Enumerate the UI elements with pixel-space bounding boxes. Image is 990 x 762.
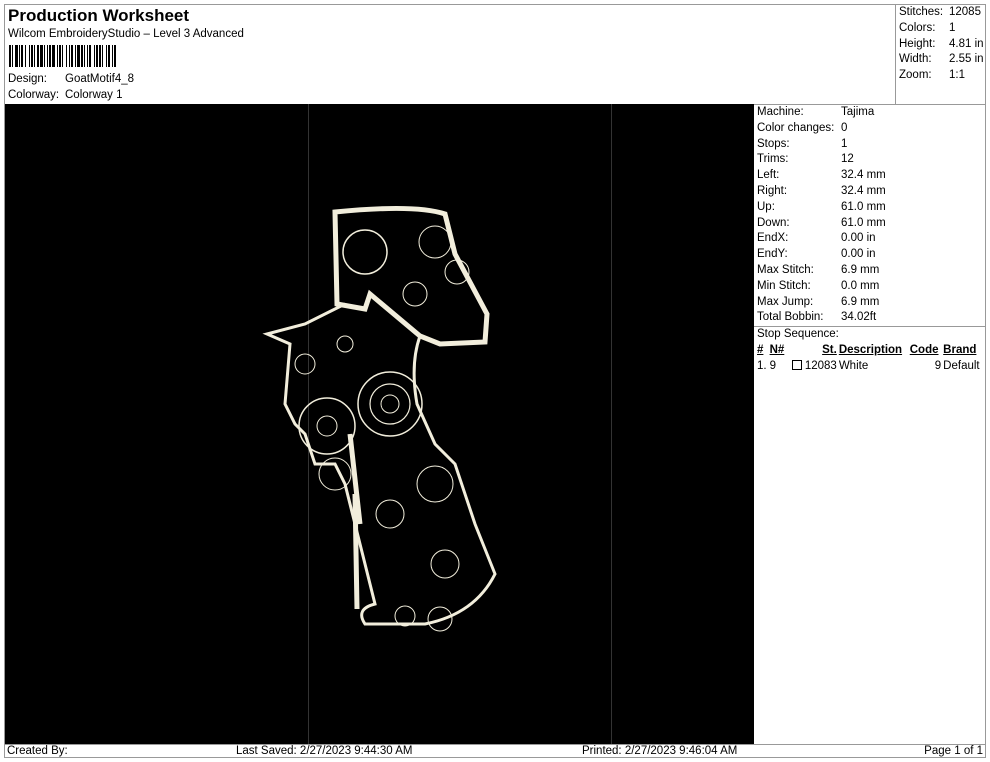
value: 32.4 mm — [841, 184, 886, 197]
value: Tajima — [841, 106, 875, 118]
value: 0.00 in — [841, 248, 876, 261]
col-header: # — [757, 343, 764, 356]
label: Height: — [899, 37, 936, 50]
label: Left: — [757, 169, 780, 182]
barcode — [9, 45, 182, 67]
value: 61.0 mm — [841, 200, 886, 213]
software-name: Wilcom EmbroideryStudio – Level 3 Advanc… — [8, 28, 244, 40]
summary-row: Height: 4.81 in — [899, 37, 986, 53]
stop-sequence-label: Stop Sequence: — [757, 328, 839, 341]
label: Width: — [899, 53, 932, 66]
detail-row: Total Bobbin: 34.02ft — [757, 310, 986, 326]
summary-box: Stitches: 12085 Colors: 1 Height: 4.81 in W… — [895, 4, 986, 104]
label: Zoom: — [899, 69, 932, 82]
machine-details-panel: Machine: Tajima Color changes: 0 Stops: 1 Trim… — [754, 104, 986, 744]
table-row: 1. 9 12083 White 9 Default — [757, 359, 985, 375]
detail-row: Max Stitch: 6.9 mm — [757, 263, 986, 279]
summary-row: Width: 2.55 in — [899, 52, 986, 68]
last-saved: Last Saved: 2/27/2023 9:44:30 AM — [236, 745, 413, 757]
value: 1:1 — [949, 69, 965, 82]
value: 32.4 mm — [841, 169, 886, 182]
label: EndY: — [757, 248, 788, 261]
value: 4.81 in — [949, 37, 984, 50]
label: Max Jump: — [757, 295, 814, 308]
page-number: Page 1 of 1 — [924, 745, 983, 757]
details-list: Machine: Tajima Color changes: 0 Stops: 1 Trim… — [757, 105, 986, 326]
label: Machine: — [757, 106, 804, 118]
col-header: N# — [769, 343, 785, 356]
label: Total Bobbin: — [757, 311, 824, 324]
design-row: Design: GoatMotif4_8 — [8, 73, 134, 85]
colorway-row: Colorway: Colorway 1 — [8, 89, 123, 101]
summary-row: Stitches: 12085 — [899, 5, 986, 21]
detail-row: Min Stitch: 0.0 mm — [757, 279, 986, 295]
colorway-value: Colorway 1 — [65, 89, 123, 101]
design-label: Design: — [8, 73, 47, 85]
value: 2.55 in — [949, 53, 984, 66]
value: 0.00 in — [841, 232, 876, 245]
label: Max Stitch: — [757, 263, 814, 276]
label: Trims: — [757, 153, 789, 166]
value: 6.9 mm — [841, 295, 880, 308]
printed-date: Printed: 2/27/2023 9:46:04 AM — [582, 745, 738, 757]
detail-row: Stops: 1 — [757, 137, 986, 153]
thread-brand: Default — [943, 359, 980, 372]
stop-sequence: Stop Sequence: # N# St. Description Code… — [754, 326, 986, 374]
footer: Created By: Last Saved: 2/27/2023 9:44:3… — [4, 744, 986, 758]
color-swatch — [791, 359, 802, 370]
label: EndX: — [757, 232, 789, 245]
col-header: Brand — [943, 343, 977, 356]
label: Color changes: — [757, 121, 835, 134]
stop-sequence-table: # N# St. Description Code Brand 1. 9 120… — [757, 343, 985, 375]
value: 61.0 mm — [841, 216, 886, 229]
value: 12085 — [949, 6, 981, 18]
thread-description: White — [838, 359, 869, 372]
detail-row: Right: 32.4 mm — [757, 184, 986, 200]
col-header: Code — [909, 343, 939, 356]
label: Up: — [757, 200, 775, 213]
page-title: Production Worksheet — [8, 6, 190, 25]
design-preview — [5, 104, 754, 744]
detail-row: Left: 32.4 mm — [757, 168, 986, 184]
summary-row: Colors: 1 — [899, 21, 986, 37]
summary-row: Zoom: 1:1 — [899, 68, 986, 84]
needle-number: 9 — [769, 359, 776, 372]
row-number: 1. — [757, 359, 767, 372]
detail-row: EndY: 0.00 in — [757, 247, 986, 263]
label: Min Stitch: — [757, 279, 811, 292]
colorway-label: Colorway: — [8, 89, 60, 101]
detail-row: Up: 61.0 mm — [757, 200, 986, 216]
barcode-bar — [116, 45, 117, 67]
col-header: St. — [822, 343, 837, 356]
detail-row: Down: 61.0 mm — [757, 216, 986, 232]
label: Stops: — [757, 137, 790, 150]
goat-embroidery-image — [262, 205, 497, 632]
label: Right: — [757, 184, 788, 197]
detail-row: Color changes: 0 — [757, 121, 986, 137]
value: 6.9 mm — [841, 263, 880, 276]
value: 0 — [841, 121, 848, 134]
value: 0.0 mm — [841, 279, 880, 292]
detail-row: Trims: 12 — [757, 152, 986, 168]
stitch-count: 12083 — [804, 359, 837, 372]
created-by: Created By: — [7, 745, 68, 757]
detail-row: EndX: 0.00 in — [757, 231, 986, 247]
label: Stitches: — [899, 6, 944, 18]
detail-row: Machine: Tajima — [757, 105, 986, 121]
thread-code: 9 — [934, 359, 942, 372]
label: Colors: — [899, 21, 936, 34]
label: Down: — [757, 216, 790, 229]
design-value: GoatMotif4_8 — [65, 73, 135, 85]
value: 1 — [949, 21, 956, 34]
detail-row: Max Jump: 6.9 mm — [757, 295, 986, 311]
value: 1 — [841, 137, 848, 150]
col-header: Description — [838, 343, 903, 356]
value: 12 — [841, 153, 854, 166]
value: 34.02ft — [841, 311, 877, 324]
